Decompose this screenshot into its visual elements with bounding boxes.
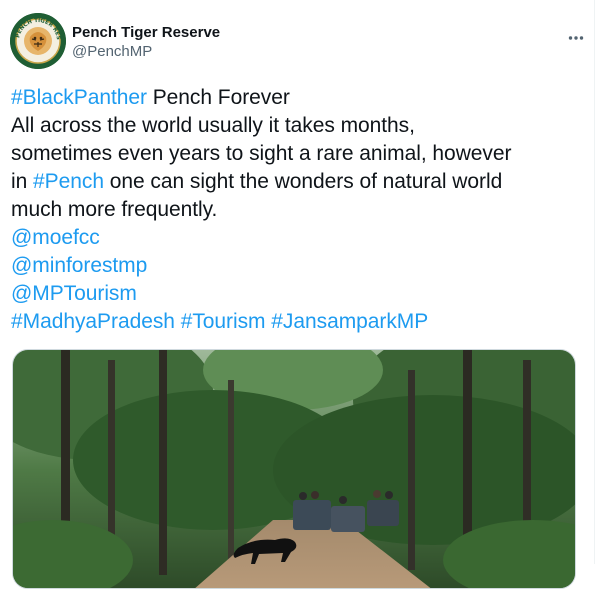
display-name[interactable]: Pench Tiger Reserve: [72, 23, 220, 42]
tweet-text-segment: Pench Forever: [146, 86, 290, 109]
tweet-header: PENCH TIGER RESERVE Pench Tiger Reserve …: [10, 13, 585, 71]
tweet-line: @MPTourism: [11, 280, 586, 308]
tweet-line: much more frequently.: [11, 198, 218, 221]
hashtag-madhyapradesh[interactable]: #MadhyaPradesh: [11, 310, 175, 333]
tweet-line: #MadhyaPradesh #Tourism #JansamparkMP: [11, 308, 586, 336]
mention-minforestmp[interactable]: @minforestmp: [11, 254, 147, 277]
avatar[interactable]: PENCH TIGER RESERVE: [10, 13, 66, 69]
hashtag-tourism[interactable]: #Tourism: [181, 310, 266, 333]
tweet-line: #BlackPanther Pench Forever: [11, 84, 586, 112]
column-divider: [594, 0, 595, 564]
tweet-text-segment: one can sight the wonders of natural wor…: [103, 170, 503, 193]
user-handle[interactable]: @PenchMP: [72, 42, 220, 61]
mention-moefcc[interactable]: @moefcc: [11, 226, 100, 249]
hashtag-jansamparkmp[interactable]: #JansamparkMP: [271, 310, 428, 333]
tweet-line: All across the world usually it takes mo…: [11, 114, 415, 137]
more-options-button[interactable]: [559, 21, 593, 55]
hashtag-pench[interactable]: #Pench: [33, 170, 104, 193]
tweet-line: @moefcc: [11, 224, 586, 252]
tweet-line: @minforestmp: [11, 252, 586, 280]
author-names: Pench Tiger Reserve @PenchMP: [72, 23, 220, 61]
more-horizontal-icon: [568, 36, 584, 40]
tweet-line: in #Pench one can sight the wonders of n…: [11, 168, 586, 196]
tweet-text: #BlackPanther Pench Forever All across t…: [11, 84, 586, 336]
tweet-line: sometimes even years to sight a rare ani…: [11, 142, 512, 165]
avatar-logo-icon: PENCH TIGER RESERVE: [10, 13, 66, 69]
hashtag-blackpanther[interactable]: #BlackPanther: [11, 86, 147, 109]
forest-photo: [13, 350, 575, 588]
mention-mptourism[interactable]: @MPTourism: [11, 282, 137, 305]
tweet-media-image[interactable]: [12, 349, 576, 589]
tweet-text-segment: in: [11, 170, 34, 193]
